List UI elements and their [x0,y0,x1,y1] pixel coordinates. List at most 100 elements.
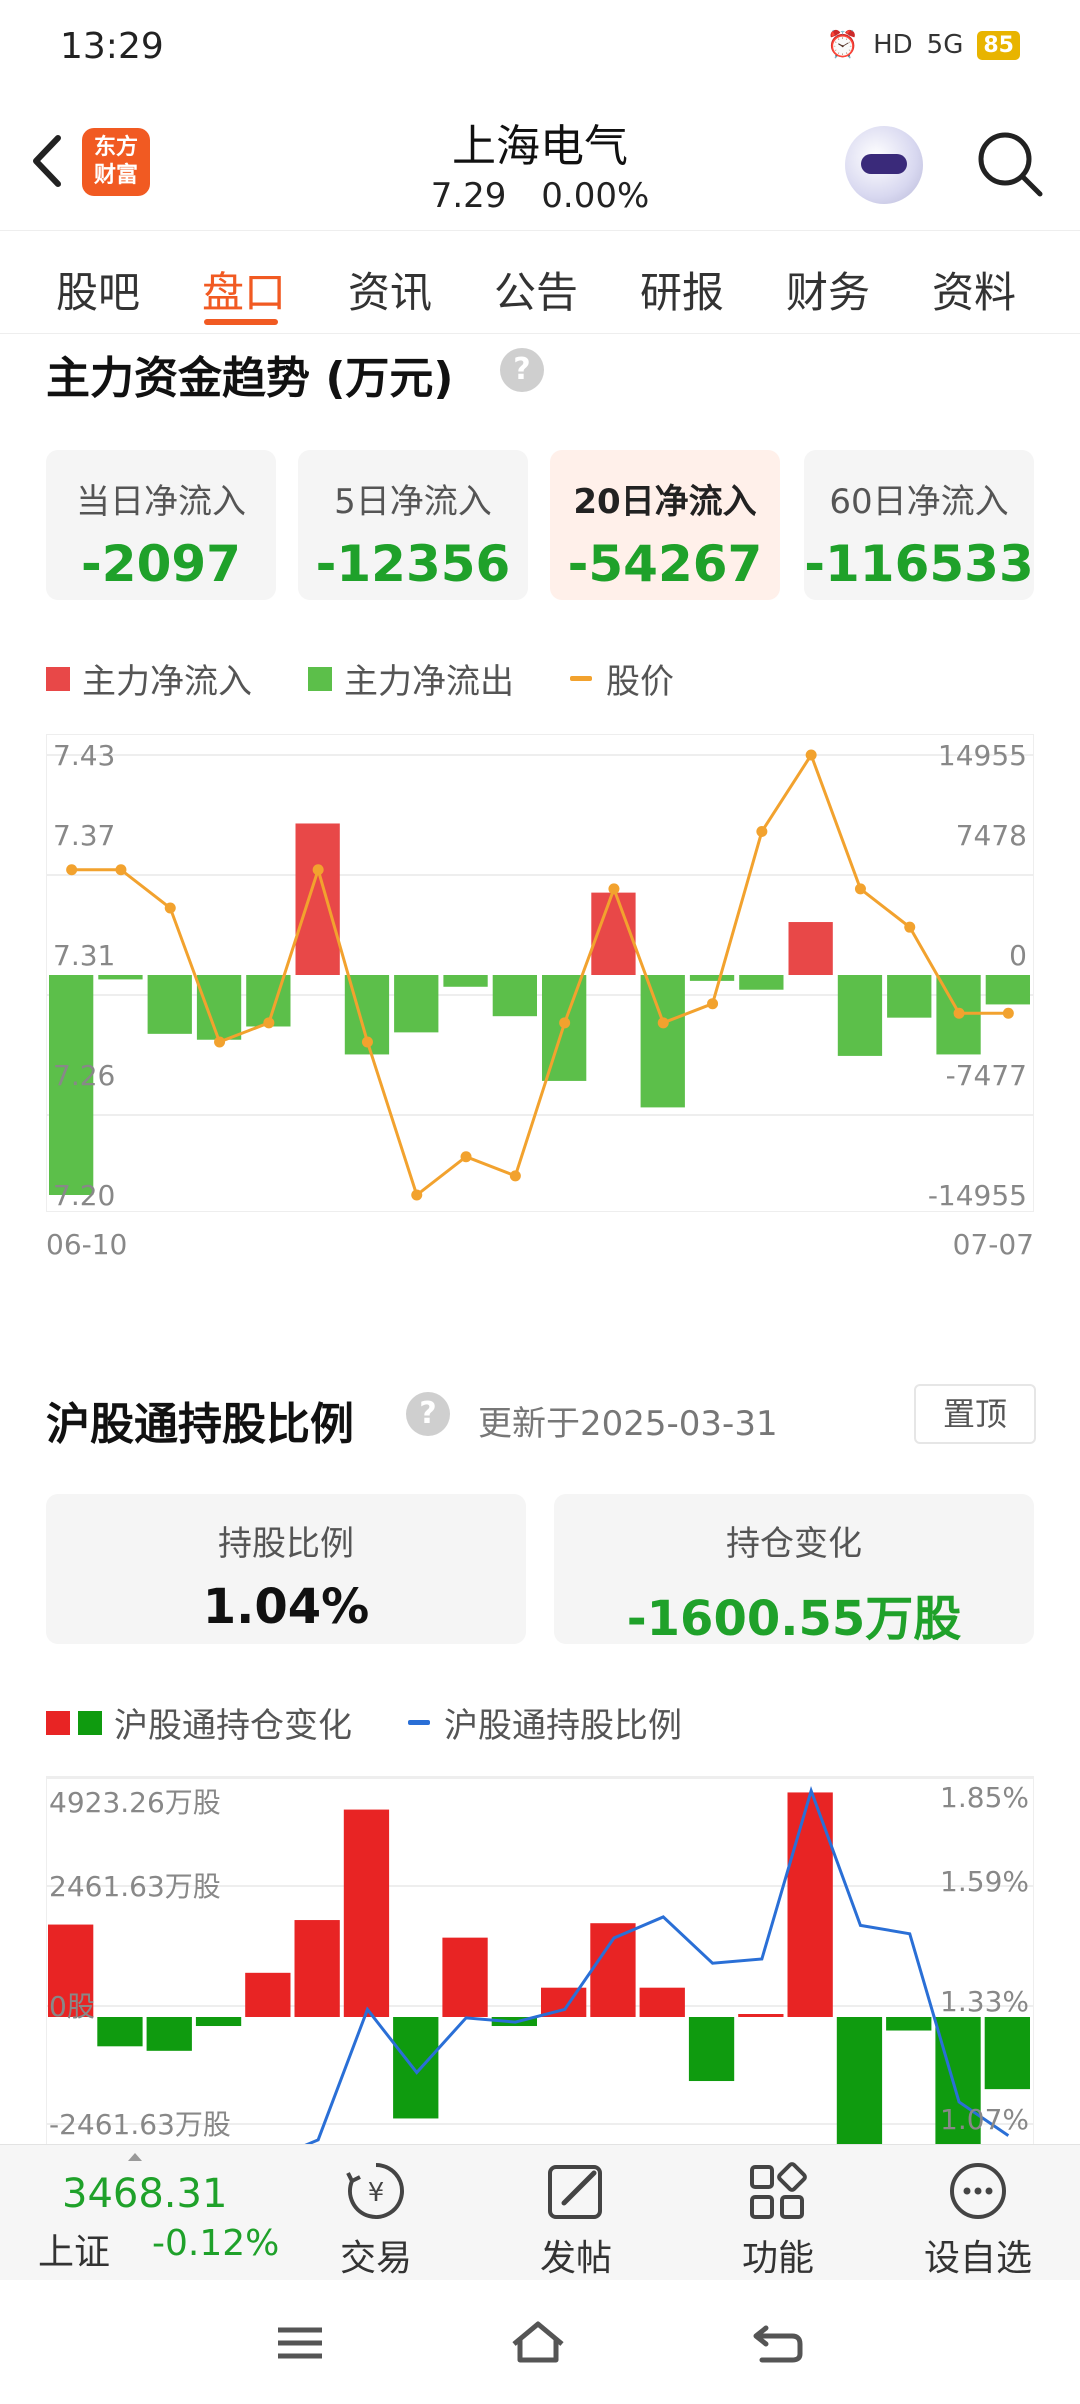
tab-news[interactable]: 资讯 [348,259,432,320]
y-right-tick: 1.33% [940,1985,1029,2018]
pin-top-button[interactable]: 置顶 [914,1384,1036,1444]
tab-announcements[interactable]: 公告 [494,259,578,320]
y-right-tick: -7477 [945,1059,1027,1092]
hsgt-bar [639,1987,685,2017]
index-change[interactable]: -0.12% [152,2223,279,2264]
hsgt-bar [984,2017,1030,2090]
flow-bar [295,823,340,975]
tab-pankou[interactable]: 盘口 [202,259,286,320]
capital-flow-chart[interactable]: 7.43 7.37 7.31 7.26 7.20 14955 7478 0 -7… [46,734,1034,1212]
function-icon [750,2162,807,2219]
hsgt-chart-svg [47,1777,1033,2144]
y-right-tick: 1.07% [940,2103,1029,2136]
flow-card-value: -12356 [315,535,511,593]
status-bar: 13:29 ⏰ HD 5G 85 [0,0,1080,96]
flow-card-label: 5日净流入 [334,482,492,522]
flow-card-value: -2097 [81,535,241,593]
help-icon[interactable]: ? [500,348,544,392]
y-left-tick: -2461.63万股 [49,2108,231,2141]
y-right-tick: -14955 [927,1179,1027,1212]
flow-bar [837,975,883,1056]
tab-research[interactable]: 研报 [640,259,724,320]
hsgt-bar [442,1937,488,2017]
hsgt-bar [738,2014,784,2017]
flow-card-label: 当日净流入 [76,482,246,522]
capital-flow-title: 主力资金趋势 (万元) [46,353,454,404]
y-left-tick: 7.37 [53,819,116,852]
home-icon[interactable] [508,2318,568,2368]
stock-price: 7.29 [430,176,507,216]
price-point [460,1151,472,1163]
tab-profile[interactable]: 资料 [932,259,1016,320]
index-value[interactable]: 3468.31 [62,2171,227,2217]
back-nav-icon[interactable] [748,2318,808,2368]
price-point [411,1189,423,1201]
position-change-card: 持仓变化 -1600.55万股 [554,1494,1034,1647]
flow-card-5d[interactable]: 5日净流入 -12356 [298,450,528,600]
hsgt-bar [393,2017,439,2119]
flow-bar [689,975,735,981]
search-icon [978,132,1043,197]
price-point [164,902,176,914]
add-favorite-button[interactable]: 设自选 [908,2159,1048,2281]
price-point [115,864,127,876]
help-icon[interactable]: ? [406,1392,450,1436]
function-button[interactable]: 功能 [708,2159,848,2281]
price-point [608,883,620,895]
price-point [707,998,719,1010]
trade-label: 交易 [339,2238,412,2279]
flow-card-value: -54267 [567,535,763,593]
hsgt-bar [688,2017,735,2082]
post-button[interactable]: 发帖 [506,2159,646,2281]
flow-card-20d[interactable]: 20日净流入 -54267 [550,450,780,600]
y-right-tick: 1.59% [940,1865,1029,1898]
function-label: 功能 [741,2238,814,2279]
hsgt-bar [195,2017,242,2027]
position-change-label: 持仓变化 [726,1524,862,1564]
hold-ratio-label: 持股比例 [218,1524,354,1564]
header: 东方 财富 上海电气 7.29 0.00% [0,96,1080,230]
index-name[interactable]: 上证 [38,2223,110,2275]
hold-ratio-card: 持股比例 1.04% [46,1494,526,1644]
trade-button[interactable]: ¥ 交易 [306,2159,446,2281]
flow-bar [492,975,537,1017]
favorite-icon [950,2163,1006,2219]
legend-price: 股价 [570,654,674,703]
capital-flow-legend: 主力净流入 主力净流出 股价 [46,654,730,703]
tab-guba[interactable]: 股吧 [56,259,140,320]
y-right-tick: 1.85% [940,1781,1029,1814]
menu-icon[interactable] [270,2318,330,2368]
flow-card-today[interactable]: 当日净流入 -2097 [46,450,276,600]
flow-card-60d[interactable]: 60日净流入 -116533 [804,450,1034,600]
trade-icon: ¥ [346,2163,404,2219]
x-end-label: 07-07 [952,1228,1034,1261]
tab-finance[interactable]: 财务 [786,259,870,320]
status-time: 13:29 [60,26,164,67]
flow-bar [788,922,833,975]
expand-caret-icon[interactable] [128,2153,142,2161]
svg-text:¥: ¥ [368,2178,385,2208]
hsgt-bar [146,2017,192,2051]
price-point [66,864,78,876]
price-point [953,1007,965,1019]
price-point [509,1170,521,1182]
hsgt-bar [836,2017,883,2144]
y-left-tick: 7.20 [53,1179,116,1212]
assistant-avatar[interactable] [845,126,923,204]
position-change-value: -1600.55万股 [626,1591,962,1647]
post-icon [548,2165,602,2219]
hsgt-bar [97,2017,143,2047]
hold-ratio-value: 1.04% [202,1579,370,1635]
y-right-tick: 0 [1009,939,1027,972]
hsgt-bar [294,1920,340,2017]
hsgt-chart[interactable]: 4923.26万股 2461.63万股 0股 -2461.63万股 1.85% … [46,1776,1034,2144]
post-label: 发帖 [539,2238,612,2279]
tab-bar: 股吧 盘口 资讯 公告 研报 财务 资料 [0,230,1080,334]
price-point [1002,1007,1014,1019]
flow-bar [640,975,685,1108]
price-point [904,921,916,933]
stock-change-pct: 0.00% [541,176,650,216]
price-point [361,1036,373,1048]
search-button[interactable] [974,128,1046,200]
y-right-tick: 7478 [955,819,1027,852]
